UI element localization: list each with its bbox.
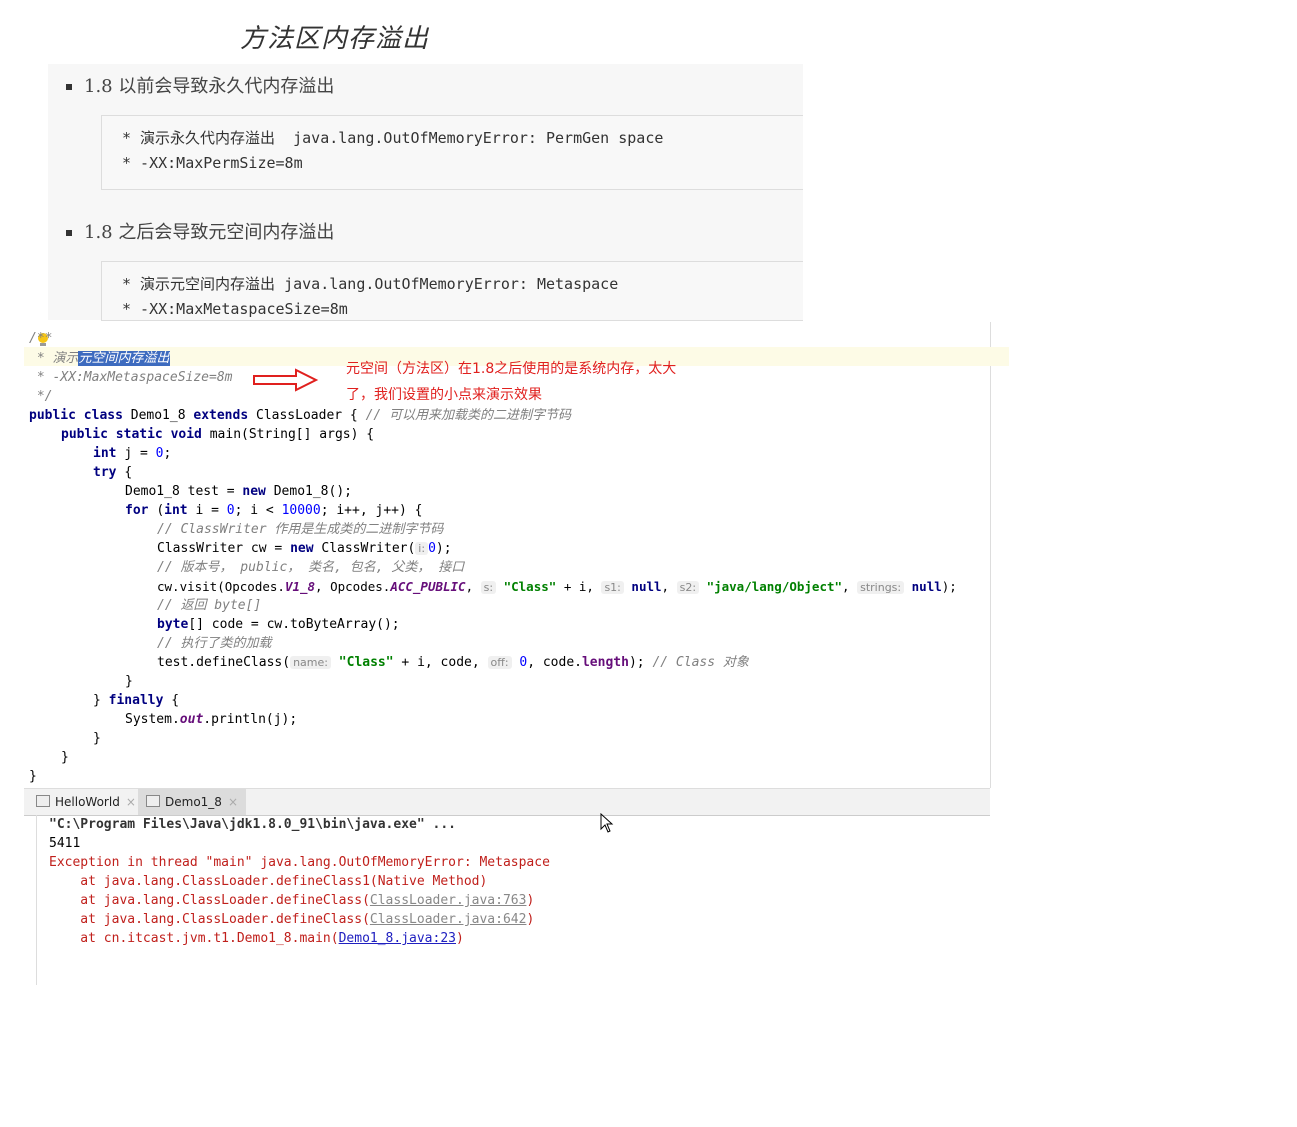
annotation-line: 了，我们设置的小点来演示效果 <box>346 387 542 403</box>
code-line: public class Demo1_8 extends ClassLoader… <box>29 408 572 423</box>
mouse-cursor-icon <box>600 813 614 833</box>
code-line: * 演示元空间内存溢出 java.lang.OutOfMemoryError: … <box>122 275 619 293</box>
code-line: int j = 0; <box>93 446 172 461</box>
tab-helloworld[interactable]: HelloWorld × <box>28 789 144 815</box>
close-icon[interactable]: × <box>228 795 238 809</box>
annotation-line: 元空间（方法区）在1.8之后使用的是系统内存，太大 <box>346 361 677 377</box>
code-line: try { <box>93 465 133 480</box>
tab-label: Demo1_8 <box>165 795 222 809</box>
console-output[interactable]: "C:\Program Files\Java\jdk1.8.0_91\bin\j… <box>24 815 990 985</box>
console-line: at java.lang.ClassLoader.defineClass(Cla… <box>49 912 535 927</box>
bullet-pre-1-8: 1.8 以前会导致永久代内存溢出 <box>66 72 334 98</box>
console-line: at java.lang.ClassLoader.defineClass(Cla… <box>49 893 535 908</box>
annotation-note: 元空间（方法区）在1.8之后使用的是系统内存，太大 了，我们设置的小点来演示效果 <box>346 356 716 408</box>
code-line: } finally { <box>93 693 180 708</box>
code-comment: * 演示元空间内存溢出 <box>29 351 170 366</box>
tab-label: HelloWorld <box>55 795 120 809</box>
code-comment: // 执行了类的加载 <box>157 636 272 651</box>
code-line: public static void main(String[] args) { <box>61 427 375 442</box>
code-line: for (int i = 0; i < 10000; i++, j++) { <box>125 503 423 518</box>
console-line: at java.lang.ClassLoader.defineClass1(Na… <box>49 874 488 889</box>
param-hint: strings: <box>857 581 905 594</box>
console-line: 5411 <box>49 836 81 851</box>
param-hint: name: <box>290 656 331 669</box>
bullet-dot <box>66 84 72 90</box>
console-line: at cn.itcast.jvm.t1.Demo1_8.main(Demo1_8… <box>49 931 464 946</box>
red-arrow-icon <box>253 368 319 392</box>
console-line: "C:\Program Files\Java\jdk1.8.0_91\bin\j… <box>49 817 456 832</box>
code-comment: /** <box>29 331 53 346</box>
permgen-code-box: * 演示永久代内存溢出 java.lang.OutOfMemoryError: … <box>101 115 803 190</box>
param-hint: i: <box>415 542 429 555</box>
bullet-text: 1.8 之后会导致元空间内存溢出 <box>84 222 335 243</box>
console-line: Exception in thread "main" java.lang.Out… <box>49 855 550 870</box>
code-line: * 演示永久代内存溢出 java.lang.OutOfMemoryError: … <box>122 129 664 147</box>
code-line: * -XX:MaxPermSize=8m <box>122 154 303 172</box>
console-icon <box>146 795 160 807</box>
stacktrace-link[interactable]: Demo1_8.java:23 <box>339 931 456 946</box>
code-line: } <box>29 769 37 784</box>
code-comment: // 返回 byte[] <box>157 598 262 613</box>
page-title: 方法区内存溢出 <box>240 24 430 54</box>
param-hint: s: <box>480 581 497 594</box>
bullet-text: 1.8 以前会导致永久代内存溢出 <box>84 76 335 97</box>
param-hint: s1: <box>601 581 624 594</box>
notes-section: 1.8 以前会导致永久代内存溢出 * 演示永久代内存溢出 java.lang.O… <box>48 64 803 321</box>
param-hint: s2: <box>676 581 700 594</box>
code-comment: * -XX:MaxMetaspaceSize=8m <box>29 370 233 385</box>
code-line: * -XX:MaxMetaspaceSize=8m <box>122 300 348 318</box>
tab-demo1-8[interactable]: Demo1_8 × <box>138 789 246 815</box>
stacktrace-link[interactable]: ClassLoader.java:763 <box>370 893 527 908</box>
code-comment: */ <box>29 389 53 404</box>
code-line: byte[] code = cw.toByteArray(); <box>157 617 400 632</box>
stacktrace-link[interactable]: ClassLoader.java:642 <box>370 912 527 927</box>
code-line: ClassWriter cw = new ClassWriter(i: 0); <box>157 541 452 556</box>
code-line: System.out.println(j); <box>125 712 298 727</box>
close-icon[interactable]: × <box>126 795 136 809</box>
param-hint: off: <box>487 656 512 669</box>
console-icon <box>36 795 50 807</box>
code-line: } <box>61 750 69 765</box>
bullet-post-1-8: 1.8 之后会导致元空间内存溢出 <box>66 218 334 244</box>
code-line: } <box>125 674 133 689</box>
bullet-dot <box>66 230 72 236</box>
code-line: } <box>93 731 101 746</box>
selected-text: 元空间内存溢出 <box>78 351 170 366</box>
code-line: cw.visit(Opcodes.V1_8, Opcodes.ACC_PUBLI… <box>157 579 957 594</box>
metaspace-code-box: * 演示元空间内存溢出 java.lang.OutOfMemoryError: … <box>101 261 803 321</box>
code-comment: // ClassWriter 作用是生成类的二进制字节码 <box>157 522 444 537</box>
code-line: Demo1_8 test = new Demo1_8(); <box>125 484 352 499</box>
run-tabs-bar: HelloWorld × Demo1_8 × <box>24 788 990 816</box>
code-line: test.defineClass(name: "Class" + i, code… <box>157 655 749 670</box>
console-gutter <box>24 815 37 985</box>
code-comment: // 版本号， public， 类名, 包名, 父类， 接口 <box>157 560 465 575</box>
